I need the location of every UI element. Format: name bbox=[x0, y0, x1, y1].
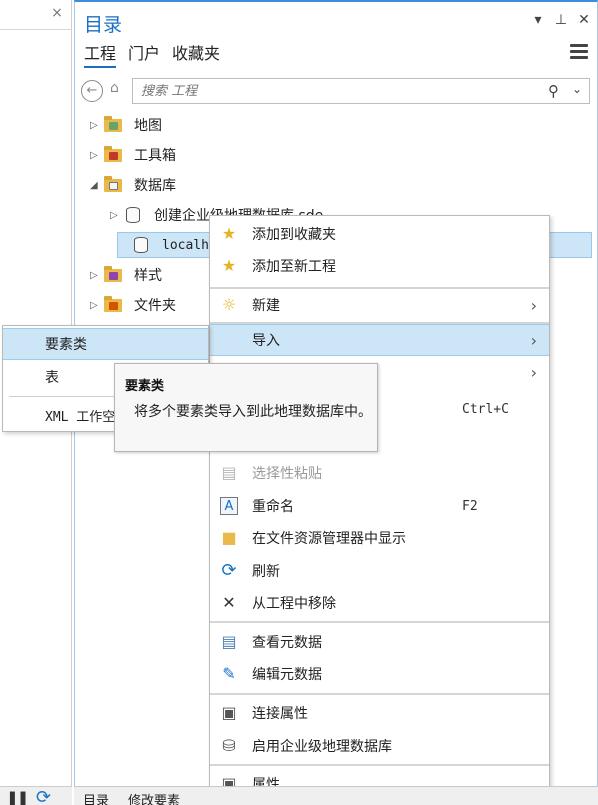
pause-icon[interactable]: ❚❚ bbox=[6, 789, 29, 805]
folder-folder-icon bbox=[104, 296, 124, 313]
folder-database-icon bbox=[104, 176, 124, 193]
folder-open-icon: ■ bbox=[221, 528, 237, 547]
tab-portal[interactable]: 门户 bbox=[128, 40, 160, 68]
bottom-tab-modify-features[interactable]: 修改要素 bbox=[128, 790, 180, 805]
pane-controls: ▾ ⊥ ✕ bbox=[531, 12, 591, 28]
menu-item-edit-metadata[interactable]: ✎ 编辑元数据 bbox=[210, 658, 549, 690]
menu-item-connection-properties[interactable]: ▣ 连接属性 bbox=[210, 697, 549, 729]
database-icon bbox=[132, 237, 152, 253]
new-sun-icon: ☼ bbox=[221, 295, 237, 314]
tree-item-label: 地图 bbox=[134, 118, 162, 134]
tree-item-label: 工具箱 bbox=[134, 148, 176, 164]
refresh-drawing-icon[interactable]: ⟳ bbox=[36, 787, 51, 805]
menu-separator bbox=[210, 764, 549, 766]
pin-icon[interactable]: ⊥ bbox=[554, 12, 568, 28]
tree-item-label: 样式 bbox=[134, 268, 162, 284]
chevron-right-icon: › bbox=[530, 295, 537, 315]
refresh-icon: ⟳ bbox=[221, 560, 237, 581]
menu-separator bbox=[210, 693, 549, 695]
catalog-tabs: 工程 门户 收藏夹 bbox=[84, 40, 220, 68]
collapse-arrow-icon[interactable]: ◢ bbox=[90, 180, 104, 191]
tooltip-title: 要素类 bbox=[125, 379, 165, 394]
menu-item-remove-from-project[interactable]: ✕ 从工程中移除 bbox=[210, 587, 549, 619]
tree-item-maps[interactable]: ▷ 地图 bbox=[90, 112, 162, 138]
home-icon[interactable]: ⌂ bbox=[110, 80, 130, 102]
folder-style-icon bbox=[104, 266, 124, 283]
edit-metadata-icon: ✎ bbox=[222, 664, 236, 683]
tree-item-label: 数据库 bbox=[134, 178, 176, 194]
chevron-right-icon: › bbox=[530, 362, 537, 382]
folder-toolbox-icon bbox=[104, 146, 124, 163]
menu-item-show-in-explorer[interactable]: ■ 在文件资源管理器中显示 bbox=[210, 522, 549, 554]
menu-item-view-metadata[interactable]: ▤ 查看元数据 bbox=[210, 626, 549, 658]
menu-separator bbox=[210, 621, 549, 623]
submenu-item-feature-class[interactable]: 要素类 bbox=[3, 328, 208, 360]
left-pane-close-icon[interactable]: × bbox=[50, 6, 64, 20]
search-box: ⚲ ⌄ bbox=[132, 78, 590, 104]
close-icon[interactable]: ✕ bbox=[577, 12, 591, 28]
tree-item-styles[interactable]: ▷ 样式 bbox=[90, 262, 162, 288]
tooltip: 要素类 将多个要素类导入到此地理数据库中。 bbox=[114, 363, 378, 452]
bottom-tab-catalog[interactable]: 目录 bbox=[83, 790, 109, 805]
menu-item-add-to-favorites[interactable]: ★ 添加到收藏夹 bbox=[210, 218, 549, 250]
menu-item-add-to-new-project[interactable]: ★ 添加至新工程 bbox=[210, 250, 549, 282]
menu-icon[interactable] bbox=[570, 44, 588, 62]
expand-arrow-icon[interactable]: ▷ bbox=[90, 120, 104, 131]
rename-icon: A bbox=[220, 497, 238, 515]
menu-item-refresh[interactable]: ⟳ 刷新 bbox=[210, 555, 549, 587]
menu-item-rename[interactable]: A 重命名 F2 bbox=[210, 490, 549, 522]
search-input[interactable] bbox=[133, 79, 533, 103]
chevron-down-icon[interactable]: ⌄ bbox=[572, 82, 582, 96]
menu-item-import[interactable]: 导入 › bbox=[210, 324, 549, 356]
remove-x-icon: ✕ bbox=[222, 593, 236, 612]
chevron-right-icon: › bbox=[530, 330, 537, 350]
tree-item-folders[interactable]: ▷ 文件夹 bbox=[90, 292, 176, 318]
star-pin-icon: ★ bbox=[221, 256, 237, 275]
tree-item-label: 文件夹 bbox=[134, 298, 176, 314]
tab-favorites[interactable]: 收藏夹 bbox=[172, 40, 220, 68]
catalog-title: 目录 bbox=[84, 14, 123, 36]
expand-arrow-icon[interactable]: ▷ bbox=[90, 300, 104, 311]
tree-item-toolboxes[interactable]: ▷ 工具箱 bbox=[90, 142, 176, 168]
pane-dropdown-icon[interactable]: ▾ bbox=[531, 12, 545, 28]
menu-item-paste-special[interactable]: ▤ 选择性粘贴 bbox=[210, 457, 549, 489]
tooltip-body: 将多个要素类导入到此地理数据库中。 bbox=[134, 404, 372, 420]
enable-enterprise-gdb-icon: ⛁ bbox=[222, 736, 236, 755]
menu-item-new[interactable]: ☼ 新建 › bbox=[210, 289, 549, 321]
expand-arrow-icon[interactable]: ▷ bbox=[110, 210, 124, 221]
back-arrow-icon[interactable]: ← bbox=[81, 80, 103, 102]
folder-map-icon bbox=[104, 116, 124, 133]
tree-item-databases[interactable]: ◢ 数据库 bbox=[90, 172, 176, 198]
context-menu: ★ 添加到收藏夹 ★ 添加至新工程 ☼ 新建 › 导入 › › Ctrl+C ▤… bbox=[209, 215, 550, 805]
tab-project[interactable]: 工程 bbox=[84, 40, 117, 68]
bottom-tab-strip: 目录 修改要素 bbox=[74, 786, 598, 805]
enterprise-geodatabase-icon bbox=[124, 207, 144, 223]
view-metadata-icon: ▤ bbox=[221, 632, 237, 651]
search-icon[interactable]: ⚲ bbox=[548, 82, 559, 100]
paste-icon: ▤ bbox=[221, 463, 237, 482]
left-bottom-bar: ❚❚ ⟳ bbox=[0, 786, 72, 805]
expand-arrow-icon[interactable]: ▷ bbox=[90, 270, 104, 281]
expand-arrow-icon[interactable]: ▷ bbox=[90, 150, 104, 161]
star-icon: ★ bbox=[221, 224, 237, 243]
connection-properties-icon: ▣ bbox=[221, 703, 237, 722]
menu-item-enable-enterprise-gdb[interactable]: ⛁ 启用企业级地理数据库 bbox=[210, 730, 549, 762]
